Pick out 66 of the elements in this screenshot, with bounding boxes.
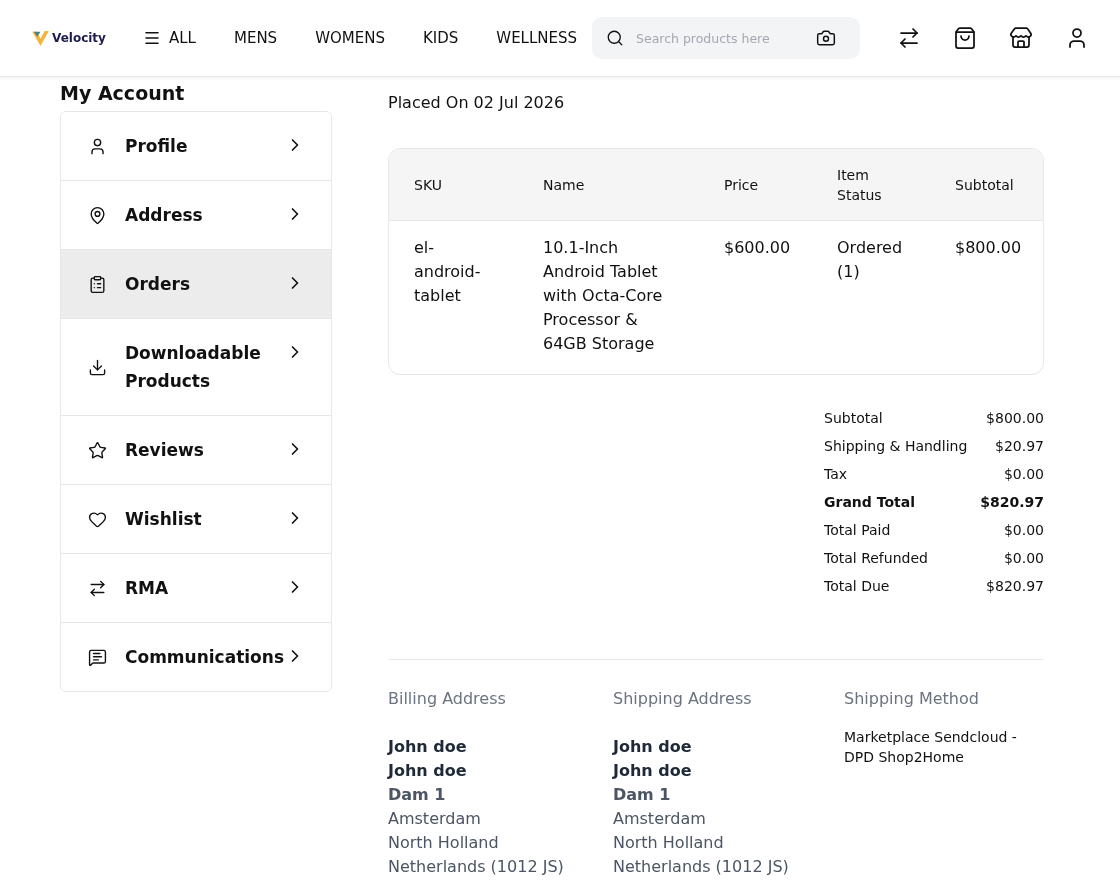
map-pin-icon: [88, 205, 107, 225]
total-value: $820.97: [986, 577, 1044, 596]
address-line: John doe: [388, 736, 467, 758]
nav-link[interactable]: KIDS: [422, 26, 459, 50]
sidebar-item[interactable]: Profile: [61, 112, 331, 181]
column-header: Price: [724, 175, 760, 195]
shopping-bag-icon[interactable]: [953, 26, 977, 50]
address-line: Amsterdam: [388, 808, 481, 830]
section-heading: Billing Address: [388, 688, 507, 710]
address-line: John doe: [613, 736, 692, 758]
section-heading: Shipping Address: [613, 688, 753, 710]
section-heading: Shipping Method: [844, 688, 980, 710]
column-header: Item Status: [837, 165, 883, 205]
order-date: Placed On 02 Jul 2026: [388, 93, 566, 113]
menu-icon: [143, 29, 161, 47]
sidebar-item[interactable]: Orders: [61, 250, 331, 319]
address-line: John doe: [613, 760, 692, 782]
shipping-method-text: Marketplace Sendcloud - DPD Shop2Home: [844, 728, 1018, 767]
total-value: $0.00: [1003, 549, 1044, 568]
total-value: $0.00: [1003, 465, 1044, 484]
address-line: John doe: [388, 760, 467, 782]
total-label: Total Due: [824, 577, 890, 596]
total-label: Total Paid: [824, 521, 891, 540]
message-icon: [88, 647, 107, 667]
search-icon: [606, 29, 624, 47]
star-icon: [88, 440, 107, 460]
column-header: Name: [543, 175, 586, 195]
total-label: Grand Total: [824, 493, 915, 512]
column-header: SKU: [414, 175, 443, 195]
address-line: Dam 1: [388, 784, 446, 806]
address-line: Netherlands (1012 JS): [388, 856, 564, 878]
total-label: Shipping & Handling: [824, 437, 968, 456]
heart-icon: [88, 509, 107, 529]
download-icon: [88, 357, 107, 377]
nav-link[interactable]: MENS: [234, 26, 278, 50]
table-cell-text: $800.00: [955, 237, 1023, 259]
total-label: Subtotal: [824, 409, 883, 428]
store-icon[interactable]: [1009, 26, 1033, 50]
column-header: Subtotal: [955, 175, 1015, 195]
camera-icon[interactable]: [816, 28, 836, 48]
exchange-arrows-icon: [88, 578, 107, 598]
address-line: Netherlands (1012 JS): [613, 856, 789, 878]
table-cell-text: el-android-tablet: [414, 237, 482, 307]
table-cell-text: Ordered (1): [837, 237, 904, 283]
logo-icon[interactable]: [32, 30, 49, 46]
total-value: $0.00: [1003, 521, 1044, 540]
total-value: $820.97: [980, 493, 1044, 512]
total-value: $800.00: [986, 409, 1044, 428]
user-icon: [88, 136, 107, 156]
table-cell-text: 10.1-Inch Android Tablet with Octa-Core Processor & 64GB Storage: [543, 237, 664, 355]
nav-link[interactable]: WOMENS: [315, 26, 385, 50]
address-line: Dam 1: [613, 784, 671, 806]
total-label: Total Refunded: [824, 549, 928, 568]
all-menu-button[interactable]: ALL: [143, 26, 196, 50]
address-line: North Holland: [388, 832, 499, 854]
clipboard-icon: [88, 274, 107, 294]
sidebar-title: My Account: [60, 81, 186, 106]
address-line: North Holland: [613, 832, 724, 854]
search-field[interactable]: Search products here: [592, 17, 860, 59]
brand-name[interactable]: Velocity: [52, 29, 106, 47]
total-value: $20.97: [995, 437, 1044, 456]
swap-arrows-icon[interactable]: [897, 26, 921, 50]
nav-link[interactable]: WELLNESS: [496, 26, 578, 50]
table-cell-text: $600.00: [724, 237, 792, 259]
address-line: Amsterdam: [613, 808, 706, 830]
total-label: Tax: [824, 465, 848, 484]
